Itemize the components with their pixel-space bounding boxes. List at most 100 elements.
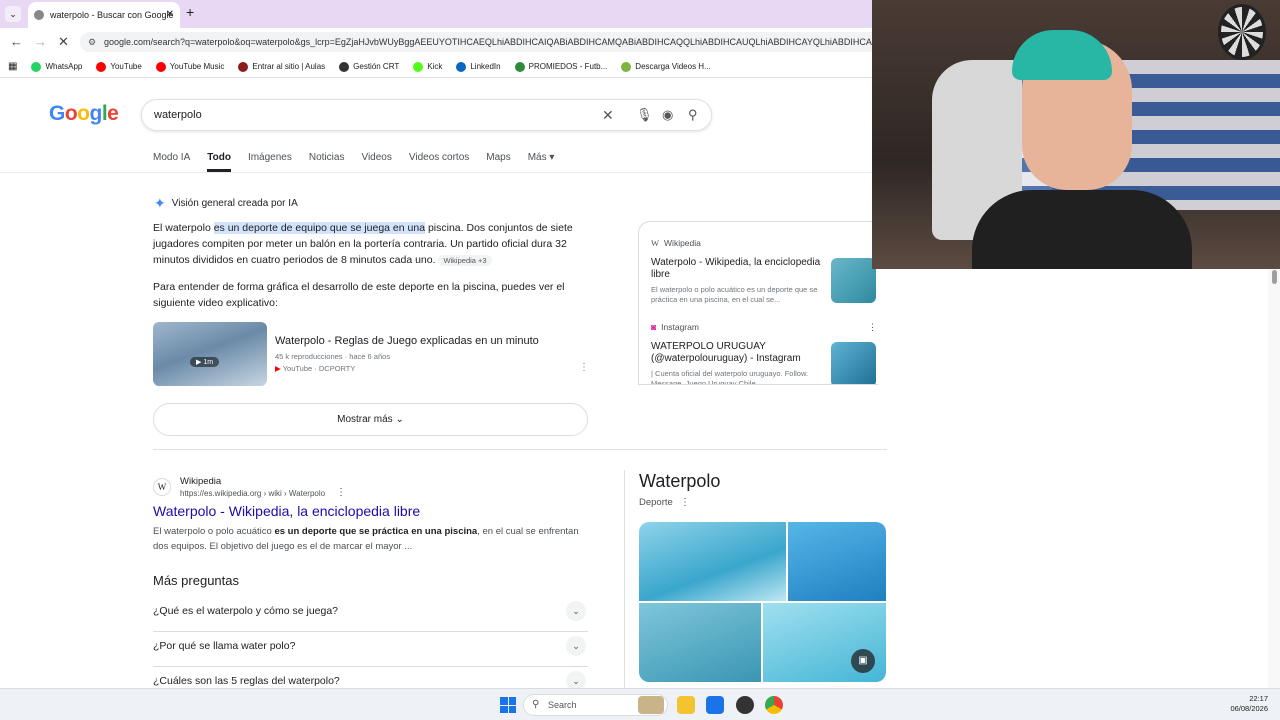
bookmark-item[interactable]: Descarga Videos H... <box>621 61 711 72</box>
apps-grid-icon[interactable]: ▦ <box>8 61 17 72</box>
taskbar-search-label: Search <box>548 700 577 710</box>
search-tab[interactable]: Videos <box>361 152 391 172</box>
result-title-link[interactable]: Waterpolo - Wikipedia, la enciclopedia l… <box>153 503 420 519</box>
chevron-down-icon[interactable]: ⌄ <box>566 601 586 621</box>
knowledge-panel-divider <box>624 470 625 688</box>
source-site: W Wikipedia <box>651 238 878 248</box>
close-tab-icon[interactable]: ✕ <box>166 9 174 20</box>
bookmark-icon <box>96 61 107 72</box>
dartboard <box>1218 4 1266 60</box>
bookmark-label: YouTube <box>110 62 142 71</box>
chrome-icon[interactable] <box>765 696 783 714</box>
bookmarks-bar: ▦ WhatsApp YouTube YouTube Music Entrar al … <box>0 56 872 78</box>
person-shirt <box>972 190 1192 269</box>
video-title[interactable]: Waterpolo - Reglas de Juego explicadas e… <box>275 335 539 347</box>
windows-start-icon[interactable] <box>500 697 516 713</box>
search-tab[interactable]: Maps <box>486 152 510 172</box>
chevron-down-icon: ⌄ <box>395 414 404 425</box>
source-title[interactable]: WATERPOLO URUGUAY (@waterpolouruguay) - … <box>651 341 821 365</box>
result-url: https://es.wikipedia.org › wiki › Waterp… <box>180 489 326 498</box>
bookmark-item[interactable]: LinkedIn <box>456 61 501 72</box>
search-tab[interactable]: Imágenes <box>248 152 292 172</box>
chevron-down-icon[interactable]: ⌄ <box>566 636 586 656</box>
knowledge-image[interactable] <box>639 603 761 682</box>
bookmark-icon <box>621 61 632 72</box>
ai-sparkle-icon: ✦ <box>154 195 166 211</box>
bookmark-item[interactable]: WhatsApp <box>31 61 83 72</box>
ai-overview-paragraph-2: Para entender de forma gráfica el desarr… <box>153 281 565 309</box>
bookmark-label: Kick <box>427 62 443 71</box>
scrollbar-thumb[interactable] <box>1272 270 1277 284</box>
bookmark-label: WhatsApp <box>45 62 83 71</box>
search-tab[interactable]: Modo IA <box>153 152 190 172</box>
bookmark-item[interactable]: Kick <box>413 61 443 72</box>
ai-overview-heading: ✦ Visión general creada por IA <box>154 195 298 212</box>
system-clock[interactable]: 22:17 06/08/2026 <box>1228 694 1268 714</box>
widgets-icon[interactable] <box>638 696 664 714</box>
source-thumbnail[interactable] <box>831 342 876 384</box>
search-tabs: Modo IA Todo Imágenes Noticias Videos Videos … <box>153 152 571 172</box>
image-gallery-icon[interactable]: ▣ <box>851 649 875 673</box>
paint-app-icon[interactable] <box>706 696 724 714</box>
knowledge-image[interactable] <box>788 522 886 601</box>
show-more-label: Mostrar más <box>337 414 393 425</box>
search-box[interactable]: waterpolo ✕ 🎙 ◉ ⚲ <box>141 99 712 131</box>
source-site: ◙ Instagram <box>651 322 878 332</box>
ai-overview-paragraph-1: El waterpolo es un deporte de equipo que… <box>153 220 593 269</box>
source-thumbnail[interactable] <box>831 258 876 303</box>
bookmark-item[interactable]: YouTube Music <box>155 61 225 72</box>
section-divider <box>153 449 887 450</box>
bookmark-item[interactable]: Entrar al sitio | Aulas <box>238 61 325 72</box>
show-more-button[interactable]: Mostrar más ⌄ <box>153 403 588 436</box>
knowledge-image[interactable] <box>639 522 786 601</box>
page-scrollbar[interactable] <box>1268 269 1280 688</box>
video-meta: 45 k reproducciones · hace 6 años <box>275 352 391 361</box>
bookmark-label: YouTube Music <box>169 62 225 71</box>
search-tab[interactable]: Videos cortos <box>409 152 469 172</box>
back-arrow-icon[interactable]: ← <box>10 34 23 49</box>
address-bar[interactable]: ⚙ google.com/search?q=waterpolo&oq=water… <box>80 32 872 52</box>
clear-icon[interactable]: ✕ <box>602 107 614 124</box>
video-thumbnail[interactable]: ▶ 1m <box>153 322 267 386</box>
search-input[interactable]: waterpolo <box>154 109 202 121</box>
lens-camera-icon[interactable]: ◉ <box>662 107 673 123</box>
video-duration: ▶ 1m <box>190 357 220 367</box>
logo-letter: o <box>64 102 78 125</box>
more-options-icon[interactable]: ⋮ <box>680 497 690 508</box>
video-card[interactable]: ▶ 1m Waterpolo - Reglas de Juego explica… <box>153 322 593 386</box>
bookmark-item[interactable]: YouTube <box>96 61 142 72</box>
source-desc: El waterpolo o polo acuático es un depor… <box>651 285 818 304</box>
stop-loading-icon[interactable]: ✕ <box>58 34 69 50</box>
wikipedia-favicon-icon: W <box>153 478 171 496</box>
bookmark-item[interactable]: Gestión CRT <box>339 61 399 72</box>
google-logo[interactable]: Google <box>49 102 119 126</box>
search-icon[interactable]: ⚲ <box>688 107 698 123</box>
file-explorer-icon[interactable] <box>677 696 695 714</box>
logo-letter: g <box>89 102 103 125</box>
bookmark-icon <box>155 61 166 72</box>
more-options-icon[interactable]: ⋮ <box>579 362 589 373</box>
browser-tab[interactable]: waterpolo - Buscar con Google ✕ <box>28 2 180 28</box>
search-tab[interactable]: Todo <box>207 152 231 172</box>
tab-list-button[interactable]: ⌄ <box>5 6 21 22</box>
logo-letter: G <box>49 102 65 125</box>
search-tab[interactable]: Noticias <box>309 152 345 172</box>
paa-question[interactable]: ¿Por qué se llama water polo? ⌄ <box>153 632 588 667</box>
logo-letter: o <box>77 102 90 125</box>
more-options-icon[interactable]: ⋮ <box>868 322 877 333</box>
obs-icon[interactable] <box>736 696 754 714</box>
bookmark-icon <box>31 61 42 72</box>
microphone-icon[interactable]: 🎙 <box>636 107 653 123</box>
source-title[interactable]: Waterpolo - Wikipedia, la enciclopedia l… <box>651 257 821 281</box>
bookmark-item[interactable]: PROMIEDOS - Futb... <box>514 61 607 72</box>
paa-question-text: ¿Cuáles son las 5 reglas del waterpolo? <box>153 675 340 687</box>
site-info-icon[interactable]: ⚙ <box>88 32 96 52</box>
forward-arrow-icon[interactable]: → <box>34 34 47 49</box>
search-tab[interactable]: Más ▾ <box>528 152 555 172</box>
paa-question[interactable]: ¿Qué es el waterpolo y cómo se juega? ⌄ <box>153 597 588 632</box>
bookmark-icon <box>339 61 350 72</box>
more-options-icon[interactable]: ⋮ <box>336 487 346 498</box>
new-tab-button[interactable]: + <box>186 4 194 20</box>
instagram-icon: ◙ <box>651 322 657 332</box>
source-chip[interactable]: Wikipedia +3 <box>438 255 492 266</box>
